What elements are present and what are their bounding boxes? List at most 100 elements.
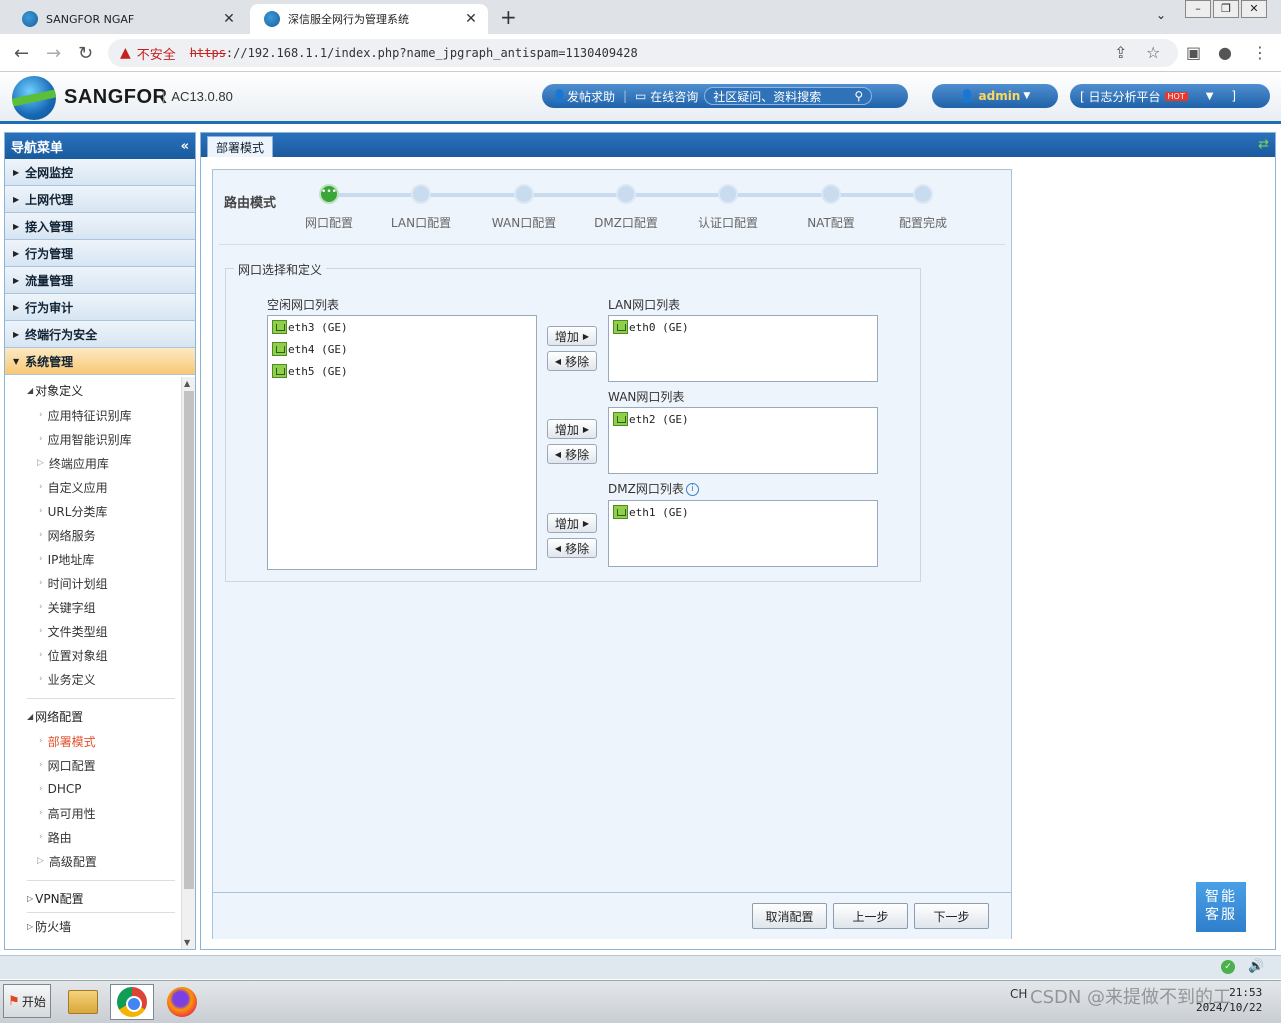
- nav-leaf[interactable]: › 路由: [5, 825, 181, 849]
- next-step-button[interactable]: 下一步: [914, 903, 989, 929]
- lan-interface-list[interactable]: eth0 (GE): [608, 315, 878, 382]
- speaker-icon[interactable]: 🔊: [1248, 959, 1264, 974]
- add-lan-button[interactable]: 增加 ▶: [547, 326, 597, 346]
- refresh-icon[interactable]: ⇄: [1258, 137, 1269, 152]
- close-tab-icon[interactable]: ✕: [462, 11, 480, 27]
- nav-leaf[interactable]: › 应用智能识别库: [5, 427, 181, 451]
- network-port-icon: [613, 320, 628, 334]
- scroll-up-icon[interactable]: ▲: [184, 379, 190, 388]
- chevron-right-icon: ›: [39, 760, 43, 770]
- caret-right-icon: ▶: [13, 194, 20, 204]
- group-firewall[interactable]: ▷ 防火墙: [5, 913, 181, 939]
- consult-link[interactable]: 在线咨询: [650, 88, 698, 105]
- profile-icon[interactable]: ●: [1218, 43, 1232, 62]
- restore-icon[interactable]: ❐: [1213, 0, 1239, 18]
- list-item[interactable]: eth3 (GE): [268, 316, 536, 338]
- dmz-interface-list[interactable]: eth1 (GE): [608, 500, 878, 567]
- new-tab-icon[interactable]: +: [500, 5, 517, 29]
- sidebar-item-audit[interactable]: ▶ 行为审计: [5, 294, 195, 321]
- nav-leaf[interactable]: › 时间计划组: [5, 571, 181, 595]
- smart-service-button[interactable]: 智能 客服: [1196, 882, 1246, 932]
- close-tab-icon[interactable]: ✕: [220, 11, 238, 27]
- minimize-icon[interactable]: –: [1185, 0, 1211, 18]
- nav-leaf[interactable]: › IP地址库: [5, 547, 181, 571]
- button-label: 移除: [565, 354, 590, 369]
- menu-dots-icon[interactable]: ⋮: [1252, 43, 1268, 62]
- info-icon[interactable]: i: [685, 483, 699, 496]
- sidebar-scrollbar[interactable]: ▲ ▼: [181, 377, 195, 949]
- nav-leaf[interactable]: › 自定义应用: [5, 475, 181, 499]
- list-item[interactable]: eth1 (GE): [609, 501, 877, 523]
- browser-tab-ac[interactable]: 深信服全网行为管理系统 ✕: [250, 4, 488, 34]
- collapse-sidebar-icon[interactable]: «: [181, 139, 189, 154]
- nav-leaf[interactable]: › 网口配置: [5, 753, 181, 777]
- add-dmz-button[interactable]: 增加 ▶: [547, 513, 597, 533]
- idle-interface-list[interactable]: eth3 (GE) eth4 (GE) eth5 (GE): [267, 315, 537, 570]
- url-field[interactable]: ▲ 不安全 https ://192.168.1.1/index.php?nam…: [108, 39, 1178, 67]
- sidebar-item-system[interactable]: ▼ 系统管理: [5, 348, 195, 375]
- start-button[interactable]: ⚑ 开始: [3, 984, 51, 1018]
- community-search-input[interactable]: 社区疑问、资料搜索 ⚲: [704, 87, 873, 105]
- cancel-config-button[interactable]: 取消配置: [752, 903, 827, 929]
- scroll-down-icon[interactable]: ▼: [184, 938, 190, 947]
- nav-leaf[interactable]: › 高可用性: [5, 801, 181, 825]
- chevron-down-icon[interactable]: ▼: [1206, 91, 1214, 102]
- tab-search-chevron-icon[interactable]: ⌄: [1156, 8, 1166, 22]
- nav-leaf[interactable]: ▷ 终端应用库: [5, 451, 181, 475]
- security-status[interactable]: 不安全: [137, 44, 176, 63]
- help-link[interactable]: 发帖求助: [567, 88, 615, 105]
- nav-leaf[interactable]: › URL分类库: [5, 499, 181, 523]
- sidepanel-icon[interactable]: ▣: [1186, 43, 1201, 62]
- taskbar-chrome[interactable]: [110, 984, 154, 1020]
- nav-leaf[interactable]: ▷ 高级配置: [5, 849, 181, 873]
- tab-deploy-mode[interactable]: 部署模式: [207, 136, 274, 157]
- sidebar-item-behavior[interactable]: ▶ 行为管理: [5, 240, 195, 267]
- reload-icon[interactable]: ↻: [78, 43, 93, 64]
- list-item[interactable]: eth5 (GE): [268, 360, 536, 382]
- nav-leaf-deploy-mode[interactable]: › 部署模式: [5, 729, 181, 753]
- remove-lan-button[interactable]: ◀ 移除: [547, 351, 597, 371]
- nav-leaf[interactable]: › 关键字组: [5, 595, 181, 619]
- user-menu[interactable]: 👤 admin ▼: [932, 84, 1058, 108]
- list-item[interactable]: eth4 (GE): [268, 338, 536, 360]
- group-objects[interactable]: ◢ 对象定义: [5, 377, 181, 403]
- close-window-icon[interactable]: ✕: [1241, 0, 1267, 18]
- nav-leaf[interactable]: › 文件类型组: [5, 619, 181, 643]
- sidebar-item-traffic[interactable]: ▶ 流量管理: [5, 267, 195, 294]
- start-label: 开始: [21, 994, 46, 1009]
- nav-leaf[interactable]: › 应用特征识别库: [5, 403, 181, 427]
- clock[interactable]: 21:53 2024/10/22: [1196, 985, 1262, 1015]
- wan-interface-list[interactable]: eth2 (GE): [608, 407, 878, 474]
- back-icon[interactable]: ←: [14, 43, 29, 64]
- scroll-thumb[interactable]: [184, 391, 194, 889]
- ime-indicator[interactable]: CH: [1010, 987, 1027, 1001]
- forward-icon[interactable]: →: [46, 43, 61, 64]
- button-label: 增加: [554, 422, 579, 437]
- sidebar-item-monitor[interactable]: ▶ 全网监控: [5, 159, 195, 186]
- nav-leaf[interactable]: › DHCP: [5, 777, 181, 801]
- nav-leaf[interactable]: › 网络服务: [5, 523, 181, 547]
- share-icon[interactable]: ⇪: [1114, 43, 1127, 62]
- log-platform-link[interactable]: [ 日志分析平台 HOT ▼ ]: [1070, 84, 1270, 108]
- taskbar-firefox[interactable]: [160, 984, 204, 1020]
- clock-date: 2024/10/22: [1196, 1001, 1263, 1014]
- remove-dmz-button[interactable]: ◀ 移除: [547, 538, 597, 558]
- add-wan-button[interactable]: 增加 ▶: [547, 419, 597, 439]
- search-icon[interactable]: ⚲: [854, 89, 863, 103]
- sidebar-item-endpoint[interactable]: ▶ 终端行为安全: [5, 321, 195, 348]
- nav-leaf[interactable]: › 业务定义: [5, 667, 181, 691]
- group-vpn[interactable]: ▷ VPN配置: [5, 885, 181, 911]
- remove-wan-button[interactable]: ◀ 移除: [547, 444, 597, 464]
- list-item[interactable]: eth2 (GE): [609, 408, 877, 430]
- sidebar-item-access[interactable]: ▶ 接入管理: [5, 213, 195, 240]
- sidebar-item-proxy[interactable]: ▶ 上网代理: [5, 186, 195, 213]
- nav-leaf[interactable]: › 位置对象组: [5, 643, 181, 667]
- browser-tab-ngaf[interactable]: SANGFOR NGAF ✕: [8, 4, 246, 34]
- previous-step-button[interactable]: 上一步: [833, 903, 908, 929]
- taskbar-explorer[interactable]: [61, 984, 105, 1020]
- group-network[interactable]: ◢ 网络配置: [5, 703, 181, 729]
- chevron-right-icon: ›: [39, 578, 43, 588]
- list-item[interactable]: eth0 (GE): [609, 316, 877, 338]
- bookmark-star-icon[interactable]: ☆: [1146, 43, 1160, 62]
- group-label: 网络配置: [35, 709, 84, 724]
